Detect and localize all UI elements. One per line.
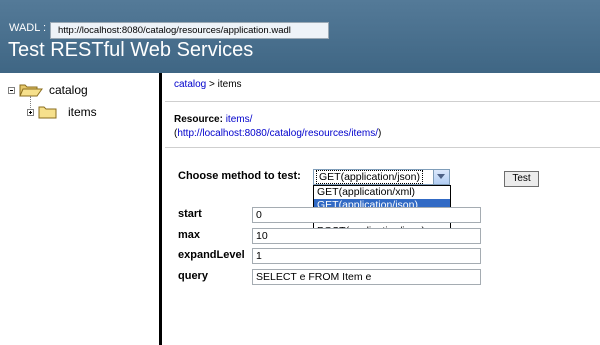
dropdown-arrow-icon[interactable]	[433, 170, 449, 184]
divider-line	[165, 147, 600, 148]
resource-url-link[interactable]: http://localhost:8080/catalog/resources/…	[177, 128, 378, 139]
test-button[interactable]: Test	[504, 171, 539, 187]
expandlevel-input[interactable]	[252, 248, 481, 264]
wadl-label: WADL :	[9, 22, 47, 34]
param-label-max: max	[178, 229, 201, 241]
param-label-start: start	[178, 208, 202, 220]
app-header: WADL : http://localhost:8080/catalog/res…	[0, 0, 600, 73]
expand-toggle-icon[interactable]	[27, 108, 34, 116]
resource-path-link[interactable]: items/	[226, 114, 253, 125]
breadcrumb-separator: >	[206, 79, 218, 90]
breadcrumb: catalog > items	[174, 79, 242, 90]
method-label: Choose method to test:	[178, 170, 301, 182]
breadcrumb-link-catalog[interactable]: catalog	[174, 79, 206, 90]
max-input[interactable]	[252, 228, 481, 244]
method-select[interactable]: GET(application/json)	[313, 169, 450, 185]
page-title: Test RESTful Web Services	[8, 39, 254, 61]
tree-item-items[interactable]: items	[27, 102, 97, 122]
tree-item-catalog[interactable]: catalog	[8, 80, 88, 100]
method-option[interactable]: GET(application/xml)	[314, 186, 450, 199]
divider-line	[165, 101, 600, 102]
param-label-expandlevel: expandLevel	[178, 249, 245, 261]
tree-item-label: items	[68, 105, 97, 119]
method-selected-value: GET(application/json)	[316, 170, 423, 184]
pane-divider[interactable]	[159, 73, 162, 345]
breadcrumb-current: items	[217, 79, 242, 90]
param-label-query: query	[178, 270, 208, 282]
resource-label: Resource:	[174, 114, 223, 125]
start-input[interactable]	[252, 207, 481, 223]
folder-icon	[38, 106, 57, 119]
wadl-url-field[interactable]: http://localhost:8080/catalog/resources/…	[50, 22, 329, 39]
resource-info: Resource: items/ (http://localhost:8080/…	[174, 114, 382, 139]
tree-item-label: catalog	[49, 83, 88, 97]
query-input[interactable]	[252, 269, 481, 285]
collapse-toggle-icon[interactable]	[8, 86, 15, 94]
